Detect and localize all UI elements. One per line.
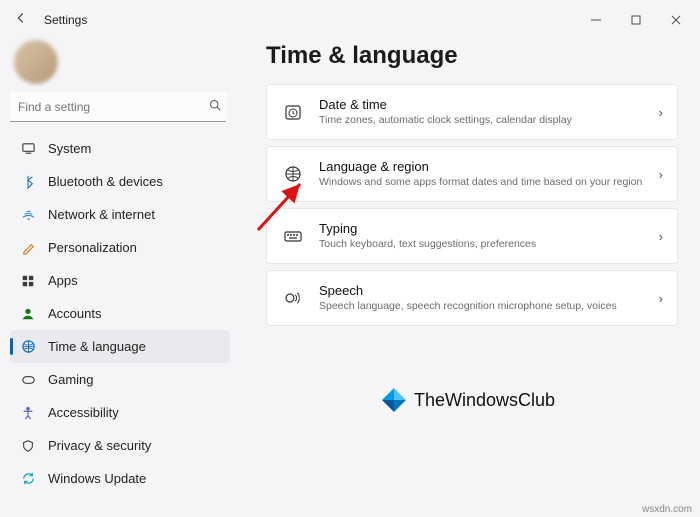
sidebar-item-gaming[interactable]: Gaming <box>10 363 230 396</box>
minimize-button[interactable] <box>576 5 616 35</box>
sidebar-item-label: Accessibility <box>48 405 119 420</box>
shield-icon <box>20 438 36 454</box>
maximize-button[interactable] <box>616 5 656 35</box>
network-icon <box>20 207 36 223</box>
system-icon <box>20 141 36 157</box>
apps-icon <box>20 273 36 289</box>
card-speech[interactable]: Speech Speech language, speech recogniti… <box>266 270 678 326</box>
globe-icon <box>281 164 305 184</box>
titlebar: Settings <box>0 0 700 40</box>
bluetooth-icon <box>20 174 36 190</box>
card-desc: Time zones, automatic clock settings, ca… <box>319 114 659 127</box>
sidebar-item-label: Network & internet <box>48 207 155 222</box>
sidebar-item-label: Bluetooth & devices <box>48 174 163 189</box>
sidebar-item-apps[interactable]: Apps <box>10 264 230 297</box>
sidebar-item-label: System <box>48 141 91 156</box>
footer-watermark: wsxdn.com <box>642 504 692 515</box>
card-date-time[interactable]: Date & time Time zones, automatic clock … <box>266 84 678 140</box>
card-language-region[interactable]: Language & region Windows and some apps … <box>266 146 678 202</box>
keyboard-icon <box>281 226 305 246</box>
sidebar-item-accessibility[interactable]: Accessibility <box>10 396 230 429</box>
sidebar-item-windows-update[interactable]: Windows Update <box>10 462 230 495</box>
watermark-text: TheWindowsClub <box>414 390 555 411</box>
page-title: Time & language <box>266 42 678 70</box>
chevron-right-icon: › <box>659 229 663 244</box>
sidebar-item-privacy[interactable]: Privacy & security <box>10 429 230 462</box>
sidebar-item-label: Apps <box>48 273 78 288</box>
sidebar-item-bluetooth[interactable]: Bluetooth & devices <box>10 165 230 198</box>
search-icon <box>204 99 226 114</box>
update-icon <box>20 471 36 487</box>
avatar <box>14 40 58 84</box>
sidebar-item-label: Personalization <box>48 240 137 255</box>
chevron-right-icon: › <box>659 167 663 182</box>
sidebar-item-label: Accounts <box>48 306 101 321</box>
sidebar-item-label: Privacy & security <box>48 438 151 453</box>
gaming-icon <box>20 372 36 388</box>
card-title: Date & time <box>319 97 659 113</box>
search-box[interactable] <box>10 92 226 122</box>
speech-icon <box>281 288 305 308</box>
card-title: Speech <box>319 283 659 299</box>
sidebar-item-label: Time & language <box>48 339 146 354</box>
time-language-icon <box>20 339 36 355</box>
back-button[interactable] <box>4 11 38 29</box>
card-desc: Windows and some apps format dates and t… <box>319 176 659 189</box>
sidebar-item-system[interactable]: System <box>10 132 230 165</box>
accessibility-icon <box>20 405 36 421</box>
sidebar-item-label: Windows Update <box>48 471 146 486</box>
accounts-icon <box>20 306 36 322</box>
sidebar-item-network[interactable]: Network & internet <box>10 198 230 231</box>
card-desc: Touch keyboard, text suggestions, prefer… <box>319 238 659 251</box>
chevron-right-icon: › <box>659 291 663 306</box>
search-input[interactable] <box>10 96 204 118</box>
card-typing[interactable]: Typing Touch keyboard, text suggestions,… <box>266 208 678 264</box>
chevron-right-icon: › <box>659 105 663 120</box>
clock-icon <box>281 102 305 122</box>
sidebar-item-time-language[interactable]: Time & language <box>10 330 230 363</box>
window-title: Settings <box>44 13 87 27</box>
sidebar-item-personalization[interactable]: Personalization <box>10 231 230 264</box>
watermark-logo-icon <box>380 386 408 414</box>
watermark: TheWindowsClub <box>380 386 555 414</box>
card-title: Language & region <box>319 159 659 175</box>
card-title: Typing <box>319 221 659 237</box>
account-header[interactable] <box>10 40 230 84</box>
main-content: Time & language Date & time Time zones, … <box>240 40 700 501</box>
close-button[interactable] <box>656 5 696 35</box>
sidebar: System Bluetooth & devices Network & int… <box>0 40 240 501</box>
sidebar-item-accounts[interactable]: Accounts <box>10 297 230 330</box>
card-desc: Speech language, speech recognition micr… <box>319 300 659 313</box>
sidebar-item-label: Gaming <box>48 372 94 387</box>
personalization-icon <box>20 240 36 256</box>
